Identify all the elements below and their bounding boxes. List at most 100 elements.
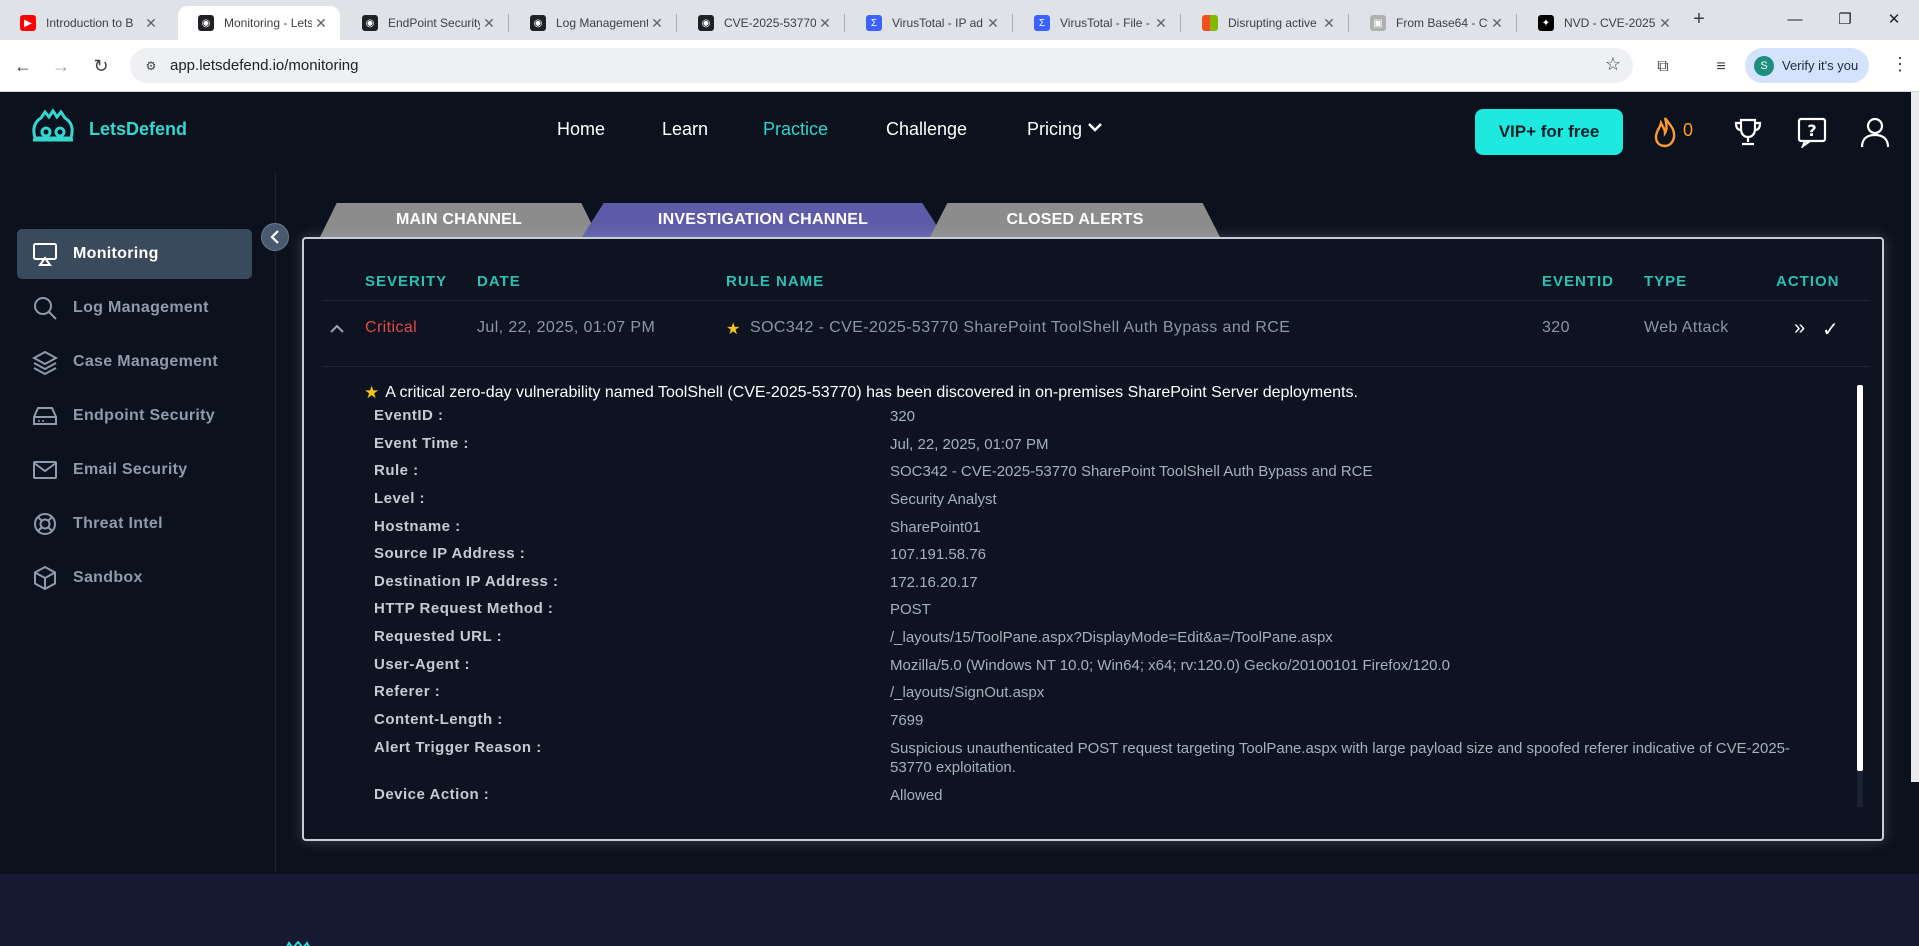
escalate-icon[interactable]: »	[1794, 317, 1805, 340]
cube-icon	[34, 565, 56, 591]
browser-tab[interactable]: ▶ Introduction to B ✕	[0, 6, 170, 40]
sidebar-item-case-management[interactable]: Case Management	[17, 337, 252, 387]
col-type[interactable]: TYPE	[1644, 273, 1687, 290]
divider	[322, 366, 1870, 367]
cast-icon[interactable]: ⧉	[1652, 56, 1674, 78]
browser-tab-active[interactable]: ◉ Monitoring - Lets ✕	[178, 6, 340, 40]
alert-rule-name[interactable]: SOC342 - CVE-2025-53770 SharePoint ToolS…	[750, 319, 1290, 337]
monitor-icon	[33, 243, 57, 266]
profile-verify-button[interactable]: S Verify it's you	[1745, 48, 1869, 83]
table-header	[322, 251, 1870, 301]
footer-logo-icon	[283, 938, 313, 946]
back-button[interactable]: ←	[10, 53, 36, 79]
col-action[interactable]: ACTION	[1776, 273, 1840, 290]
letsdefend-icon: ◉	[198, 15, 214, 31]
letsdefend-logo[interactable]: LetsDefend	[27, 108, 187, 150]
avatar: S	[1754, 55, 1774, 76]
browser-tab[interactable]: ◉ CVE-2025-53770 ✕	[678, 6, 844, 40]
nvd-icon: ✦	[1538, 15, 1554, 31]
letsdefend-icon: ◉	[362, 15, 378, 31]
close-tab-icon[interactable]: ✕	[312, 15, 330, 32]
help-icon[interactable]: ?	[1795, 116, 1829, 150]
site-header: LetsDefend Home Learn Practice Challenge…	[0, 92, 1919, 172]
reload-button[interactable]: ↻	[88, 53, 114, 79]
new-tab-button[interactable]: +	[1688, 8, 1710, 32]
sidebar-item-log-management[interactable]: Log Management	[17, 283, 252, 333]
browser-tab[interactable]: ✦ NVD - CVE-2025 ✕	[1518, 6, 1684, 40]
sidebar-item-endpoint-security[interactable]: Endpoint Security	[17, 391, 252, 441]
bookmark-star-icon[interactable]: ☆	[1605, 54, 1621, 75]
close-tab-icon[interactable]: ✕	[142, 15, 160, 32]
alerts-panel: SEVERITY DATE RULE NAME EVENTID TYPE ACT…	[302, 237, 1884, 841]
col-severity[interactable]: SEVERITY	[365, 273, 447, 290]
close-tab-icon[interactable]: ✕	[1152, 15, 1170, 32]
svg-text:?: ?	[1807, 121, 1816, 140]
alert-eventid: 320	[1542, 319, 1570, 336]
letsdefend-icon: ◉	[698, 15, 714, 31]
sidebar-item-monitoring[interactable]: Monitoring	[17, 229, 252, 279]
close-tab-icon[interactable]: ✕	[1488, 15, 1506, 32]
site-info-icon[interactable]: ⚙	[140, 55, 162, 77]
close-tab-icon[interactable]: ✕	[984, 15, 1002, 32]
chevron-left-icon	[270, 230, 279, 244]
browser-tab[interactable]: ◉ EndPoint Security ✕	[342, 6, 508, 40]
close-tab-icon[interactable]: ✕	[816, 15, 834, 32]
tab-separator	[844, 14, 845, 32]
close-tab-icon[interactable]: ✕	[1656, 15, 1674, 32]
virustotal-icon: Σ	[866, 15, 882, 31]
tab-closed-alerts[interactable]: CLOSED ALERTS	[930, 203, 1220, 237]
detail-scrollbar-thumb[interactable]	[1857, 385, 1863, 771]
trophy-icon[interactable]	[1731, 116, 1765, 148]
close-tab-icon[interactable]: ✕	[648, 15, 666, 32]
site-footer	[0, 874, 1919, 946]
nav-home[interactable]: Home	[557, 119, 605, 140]
sidebar-item-email-security[interactable]: Email Security	[17, 445, 252, 495]
browser-tab[interactable]: Σ VirusTotal - File - ✕	[1014, 6, 1180, 40]
browser-menu-icon[interactable]: ⋮	[1890, 54, 1910, 75]
col-eventid[interactable]: EVENTID	[1542, 273, 1614, 290]
alert-date: Jul, 22, 2025, 01:07 PM	[477, 319, 656, 336]
browser-tab[interactable]: Σ VirusTotal - IP ad ✕	[846, 6, 1012, 40]
sidebar-item-sandbox[interactable]: Sandbox	[17, 553, 252, 603]
user-profile-icon[interactable]	[1858, 116, 1892, 148]
cyberchef-icon: ▣	[1370, 15, 1386, 31]
star-icon: ★	[726, 321, 741, 338]
collapse-row-icon[interactable]	[329, 321, 345, 335]
vip-button[interactable]: VIP+ for free	[1475, 109, 1623, 155]
forward-button[interactable]: →	[48, 53, 74, 79]
fire-streak-icon[interactable]	[1648, 116, 1682, 148]
microsoft-icon	[1202, 15, 1218, 31]
close-alert-check-icon[interactable]: ✓	[1822, 317, 1839, 342]
close-window-button[interactable]: ✕	[1869, 6, 1919, 34]
col-date[interactable]: DATE	[477, 273, 521, 290]
logo-icon	[32, 108, 74, 142]
star-icon: ★	[364, 383, 380, 402]
sidebar-item-threat-intel[interactable]: Threat Intel	[17, 499, 252, 549]
minimize-button[interactable]: —	[1770, 6, 1820, 34]
close-tab-icon[interactable]: ✕	[480, 15, 498, 32]
col-rule-name[interactable]: RULE NAME	[726, 273, 824, 290]
tab-separator	[676, 14, 677, 32]
nav-learn[interactable]: Learn	[662, 119, 708, 140]
severity-badge: Critical	[365, 319, 418, 336]
alert-detail: ★ A critical zero-day vulnerability name…	[364, 383, 1790, 804]
nav-pricing[interactable]: Pricing	[1027, 119, 1103, 140]
url-field[interactable]: ⚙ app.letsdefend.io/monitoring ☆	[130, 48, 1633, 83]
chevron-down-icon	[1087, 117, 1103, 138]
nav-challenge[interactable]: Challenge	[886, 119, 967, 140]
nav-practice[interactable]: Practice	[763, 119, 828, 140]
tab-main-channel[interactable]: MAIN CHANNEL	[320, 203, 598, 237]
browser-tab[interactable]: Disrupting active ✕	[1182, 6, 1348, 40]
tab-separator	[1516, 14, 1517, 32]
close-tab-icon[interactable]: ✕	[1320, 15, 1338, 32]
restore-button[interactable]: ❐	[1820, 6, 1870, 34]
media-controls-icon[interactable]: ≡	[1710, 56, 1732, 78]
tab-separator	[1012, 14, 1013, 32]
page-scrollbar[interactable]	[1911, 92, 1919, 782]
browser-tab[interactable]: ▣ From Base64 - Cy ✕	[1350, 6, 1516, 40]
youtube-icon: ▶	[20, 15, 36, 31]
browser-tab[interactable]: ◉ Log Management ✕	[510, 6, 676, 40]
tab-investigation-channel[interactable]: INVESTIGATION CHANNEL	[582, 203, 944, 237]
tab-separator	[1348, 14, 1349, 32]
collapse-sidebar-button[interactable]	[261, 223, 289, 251]
